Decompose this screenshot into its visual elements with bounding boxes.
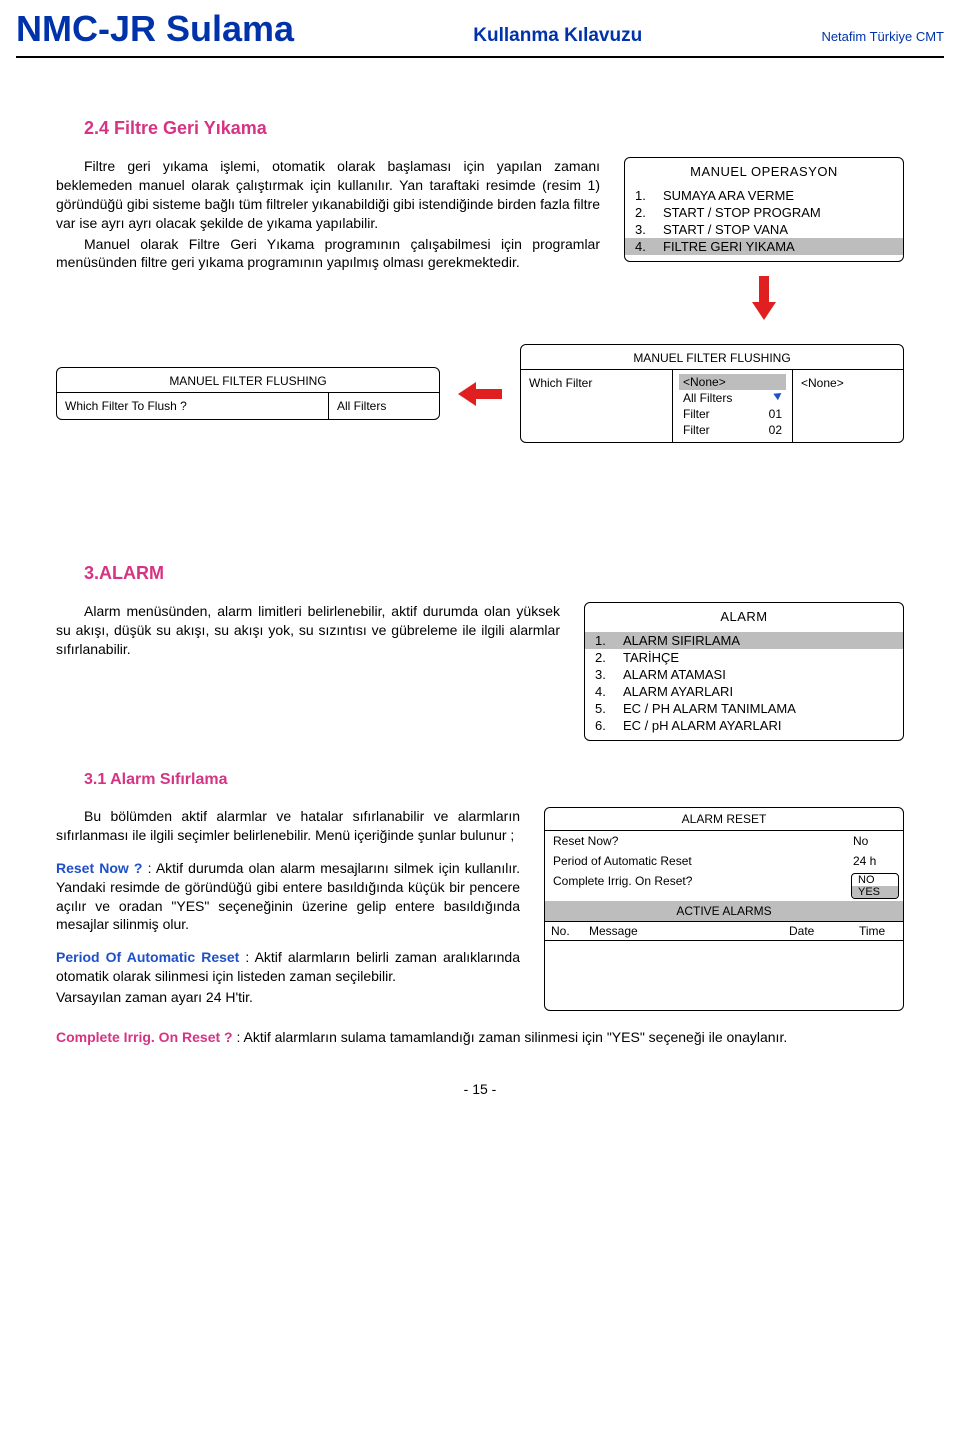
active-alarms-title: ACTIVE ALARMS — [545, 901, 903, 921]
reset-now-label: Reset Now ? — [56, 860, 142, 876]
col-date: Date — [783, 922, 853, 940]
no-yes-select: NO YES — [851, 873, 899, 899]
fp-opt-filter-02[interactable]: Filter02 — [679, 422, 786, 438]
fp-right-body: Which Filter <None> All Filters Filter01… — [521, 369, 903, 442]
filter-panel-right: MANUEL FILTER FLUSHING Which Filter <Non… — [520, 344, 904, 443]
reset-row-period-label: Period of Automatic Reset — [545, 851, 847, 871]
s24-p1: Filtre geri yıkama işlemi, otomatik olar… — [56, 157, 600, 233]
section-3-1-row: Bu bölümden aktif alarmlar ve hatalar sı… — [56, 807, 904, 1011]
reset-row-now-val[interactable]: No — [847, 831, 903, 851]
s31-p1: Bu bölümden aktif alarmlar ve hatalar sı… — [56, 807, 520, 845]
manuel-operasyon-panel: MANUEL OPERASYON 1.SUMAYA ARA VERME 2.ST… — [624, 157, 904, 262]
s24-p2: Manuel olarak Filtre Geri Yıkama program… — [56, 235, 600, 273]
fp-opt-all[interactable]: All Filters — [679, 390, 786, 406]
section-3-row: Alarm menüsünden, alarm limitleri belirl… — [56, 602, 904, 741]
col-message: Message — [583, 922, 783, 940]
page-content: 2.4 Filtre Geri Yıkama Filtre geri yıkam… — [0, 58, 960, 1127]
fp-left-value[interactable]: All Filters — [329, 393, 439, 419]
header-right: Netafim Türkiye CMT — [821, 29, 944, 44]
s31-default: Varsayılan zaman ayarı 24 H'tir. — [56, 988, 520, 1007]
arrow-left-icon — [458, 383, 502, 405]
fp-right-label: Which Filter — [521, 370, 673, 442]
fp-left-row: Which Filter To Flush ? All Filters — [57, 392, 439, 419]
section-2-4-text: Filtre geri yıkama işlemi, otomatik olar… — [56, 157, 600, 274]
header-title: NMC-JR Sulama — [16, 8, 294, 50]
section-2-4-row: Filtre geri yıkama işlemi, otomatik olar… — [56, 157, 904, 334]
reset-panel-grid: Reset Now? No Period of Automatic Reset … — [545, 830, 903, 901]
alarm-menu-title: ALARM — [585, 603, 903, 630]
complete-text: : Aktif alarmların sulama tamamlandığı z… — [233, 1029, 788, 1045]
section-3-text: Alarm menüsünden, alarm limitleri belirl… — [56, 602, 560, 661]
alarm-item-2[interactable]: 2.TARİHÇE — [585, 649, 903, 666]
fp-right-dropdown[interactable]: <None> All Filters Filter01 Filter02 — [673, 370, 793, 442]
arrow-down-icon — [753, 276, 775, 320]
fp-opt-none[interactable]: <None> — [679, 374, 786, 390]
manuel-op-title: MANUEL OPERASYON — [625, 158, 903, 185]
page-header: NMC-JR Sulama Kullanma Kılavuzu Netafim … — [0, 0, 960, 54]
manuel-op-list: 1.SUMAYA ARA VERME 2.START / STOP PROGRA… — [625, 185, 903, 261]
choice-no[interactable]: NO — [852, 874, 898, 886]
fp-left-label: Which Filter To Flush ? — [57, 393, 329, 419]
period-label: Period Of Automatic Reset — [56, 949, 239, 965]
fp-opt-filter-01[interactable]: Filter01 — [679, 406, 786, 422]
fp-left-title: MANUEL FILTER FLUSHING — [57, 368, 439, 392]
choice-yes[interactable]: YES — [852, 886, 898, 898]
col-time: Time — [853, 922, 903, 940]
col-no: No. — [545, 922, 583, 940]
filter-panels-row: MANUEL FILTER FLUSHING Which Filter To F… — [56, 344, 904, 443]
reset-row-complete-label: Complete Irrig. On Reset? — [545, 871, 847, 901]
s31-reset-para: Reset Now ? : Aktif durumda olan alarm m… — [56, 859, 520, 935]
s31-period-para: Period Of Automatic Reset : Aktif alarml… — [56, 948, 520, 986]
complete-label: Complete Irrig. On Reset ? — [56, 1029, 233, 1045]
reset-row-now-label: Reset Now? — [545, 831, 847, 851]
section-3-1-heading: 3.1 Alarm Sıfırlama — [84, 771, 904, 789]
active-alarms-header: No. Message Date Time — [545, 921, 903, 940]
reset-panel-title: ALARM RESET — [545, 808, 903, 830]
fp-right-title: MANUEL FILTER FLUSHING — [521, 345, 903, 369]
reset-row-complete: Complete Irrig. On Reset? NO YES — [545, 871, 903, 901]
alarm-item-3[interactable]: 3.ALARM ATAMASI — [585, 666, 903, 683]
fp-right-value: <None> — [793, 370, 903, 442]
filter-panel-left: MANUEL FILTER FLUSHING Which Filter To F… — [56, 367, 440, 420]
section-2-4-heading: 2.4 Filtre Geri Yıkama — [84, 118, 904, 139]
active-alarms-body — [545, 940, 903, 1010]
manuel-op-item-1[interactable]: 1.SUMAYA ARA VERME — [625, 187, 903, 204]
alarm-reset-panel: ALARM RESET Reset Now? No Period of Auto… — [544, 807, 904, 1011]
cursor-icon — [773, 390, 783, 401]
page-number: - 15 - — [56, 1081, 904, 1097]
manuel-op-column: MANUEL OPERASYON 1.SUMAYA ARA VERME 2.ST… — [624, 157, 904, 334]
alarm-item-1[interactable]: 1.ALARM SIFIRLAMA — [585, 632, 903, 649]
header-subtitle: Kullanma Kılavuzu — [318, 25, 797, 47]
alarm-menu-list: 1.ALARM SIFIRLAMA 2.TARİHÇE 3.ALARM ATAM… — [585, 630, 903, 740]
section-3-heading: 3.ALARM — [84, 563, 904, 584]
manuel-op-item-2[interactable]: 2.START / STOP PROGRAM — [625, 204, 903, 221]
alarm-item-6[interactable]: 6.EC / pH ALARM AYARLARI — [585, 717, 903, 734]
fp-right-options: <None> All Filters Filter01 Filter02 — [679, 374, 786, 438]
alarm-item-4[interactable]: 4.ALARM AYARLARI — [585, 683, 903, 700]
manuel-op-item-4[interactable]: 4.FILTRE GERI YIKAMA — [625, 238, 903, 255]
section-3-1-text: Bu bölümden aktif alarmlar ve hatalar sı… — [56, 807, 520, 1009]
alarm-menu-panel: ALARM 1.ALARM SIFIRLAMA 2.TARİHÇE 3.ALAR… — [584, 602, 904, 741]
reset-row-complete-choice[interactable]: NO YES — [847, 871, 903, 901]
reset-row-period: Period of Automatic Reset 24 h — [545, 851, 903, 871]
reset-row-period-val[interactable]: 24 h — [847, 851, 903, 871]
reset-row-now: Reset Now? No — [545, 831, 903, 851]
manuel-op-item-3[interactable]: 3.START / STOP VANA — [625, 221, 903, 238]
alarm-item-5[interactable]: 5.EC / PH ALARM TANIMLAMA — [585, 700, 903, 717]
s3-p: Alarm menüsünden, alarm limitleri belirl… — [56, 602, 560, 659]
s31-complete-para: Complete Irrig. On Reset ? : Aktif alarm… — [56, 1029, 904, 1045]
